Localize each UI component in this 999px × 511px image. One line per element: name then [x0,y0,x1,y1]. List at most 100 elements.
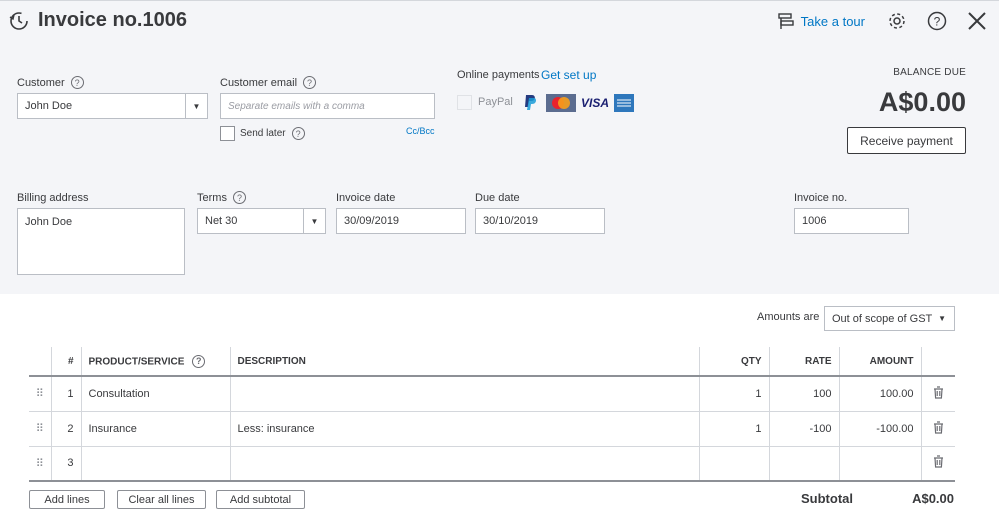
amount-column-header: AMOUNT [838,347,921,377]
product-cell[interactable]: Consultation [80,376,230,412]
email-help-icon[interactable]: ? [303,76,317,89]
description-cell[interactable] [229,446,699,482]
row-number: 1 [50,376,81,412]
online-payments-label: Online payments [457,69,540,81]
description-column-header: DESCRIPTION [229,347,699,377]
get-set-up-link[interactable]: Get set up [541,68,596,82]
product-help-icon[interactable]: ? [192,354,206,368]
add-subtotal-button[interactable]: Add subtotal [216,490,305,509]
amount-cell[interactable]: 100.00 [838,376,921,412]
subtotal-value: A$0.00 [912,491,954,506]
email-placeholder: Separate emails with a comma [228,100,365,112]
amounts-are-value: Out of scope of GST [832,312,933,325]
rate-cell[interactable]: -100 [768,411,839,447]
due-date-label: Due date [475,192,520,204]
num-column-header: # [50,347,81,377]
terms-label: Terms ? [197,191,246,204]
table-header-row: # PRODUCT/SERVICE ? DESCRIPTION QTY RATE… [29,347,955,377]
invoice-header-panel: Invoice no.1006 Take a tour ? Customer ?… [0,0,999,294]
invoice-no-value: 1006 [802,215,827,227]
row-number: 3 [50,446,81,482]
drag-column-header [29,347,51,377]
amount-cell[interactable] [838,446,921,482]
table-row[interactable]: ⠿ 2 Insurance Less: insurance 1 -100 -10… [29,411,955,447]
card-logos: VISA [520,93,634,113]
paypal-checkbox[interactable] [457,95,472,110]
qty-cell[interactable] [698,446,769,482]
billing-address-label: Billing address [17,192,89,204]
svg-text:?: ? [934,15,941,29]
visa-logo: VISA [580,96,609,110]
terms-select[interactable]: Net 30 ▼ [197,208,326,234]
add-lines-button[interactable]: Add lines [29,490,105,509]
customer-help-icon[interactable]: ? [70,76,84,89]
title-row: Invoice no.1006 [8,9,187,32]
take-a-tour-link[interactable]: Take a tour [777,12,865,30]
due-date-field[interactable]: 30/10/2019 [475,208,605,234]
qty-column-header: QTY [698,347,769,377]
invoice-no-field[interactable]: 1006 [794,208,909,234]
balance-due-label: BALANCE DUE [893,67,966,78]
qty-cell[interactable]: 1 [698,411,769,447]
terms-chevron-down-icon[interactable]: ▼ [303,209,325,233]
paypal-icon [520,93,542,113]
line-items-table: # PRODUCT/SERVICE ? DESCRIPTION QTY RATE… [29,347,955,482]
product-cell[interactable]: Insurance [80,411,230,447]
terms-value: Net 30 [205,215,238,227]
customer-value: John Doe [25,100,73,112]
terms-help-icon[interactable]: ? [232,191,246,204]
trash-icon[interactable] [920,446,955,482]
row-number: 2 [50,411,81,447]
product-cell[interactable] [80,446,230,482]
table-row[interactable]: ⠿ 3 [29,446,955,482]
help-icon[interactable]: ? [925,9,949,33]
description-cell[interactable]: Less: insurance [229,411,699,447]
tour-label: Take a tour [800,13,865,29]
amex-icon [614,94,634,112]
chevron-down-icon[interactable]: ▼ [185,94,207,118]
paypal-label: PayPal [478,96,513,108]
actions-column-header [920,347,955,377]
rate-column-header: RATE [768,347,839,377]
rate-cell[interactable]: 100 [768,376,839,412]
balance-due-value: A$0.00 [878,87,966,117]
drag-handle-icon[interactable]: ⠿ [29,376,51,412]
send-later-checkbox[interactable] [220,126,235,141]
tour-icon [777,12,795,30]
rate-cell[interactable] [768,446,839,482]
qty-cell[interactable]: 1 [698,376,769,412]
customer-email-field[interactable]: Separate emails with a comma [220,93,435,119]
clear-all-lines-button[interactable]: Clear all lines [117,490,206,509]
gear-icon[interactable] [885,9,909,33]
customer-email-label: Customer email ? [220,76,317,89]
product-column-header: PRODUCT/SERVICE ? [80,347,230,377]
invoice-date-field[interactable]: 30/09/2019 [336,208,466,234]
header-actions: Take a tour ? [777,9,989,33]
amounts-are-select[interactable]: Out of scope of GST ▼ [824,306,955,331]
billing-address-value: John Doe [25,216,73,228]
invoice-date-value: 30/09/2019 [344,215,400,227]
amounts-chevron-down-icon[interactable]: ▼ [938,314,946,323]
billing-address-field[interactable]: John Doe [17,208,185,275]
receive-payment-button[interactable]: Receive payment [847,127,966,154]
subtotal-label: Subtotal [801,491,853,506]
send-later-help-icon[interactable]: ? [291,127,305,140]
description-cell[interactable] [229,376,699,412]
page-title: Invoice no.1006 [38,9,187,31]
recent-history-icon[interactable] [8,10,30,32]
send-later-label: Send later ? [240,127,305,140]
trash-icon[interactable] [920,376,955,412]
amount-cell[interactable]: -100.00 [838,411,921,447]
trash-icon[interactable] [920,411,955,447]
mastercard-icon [546,94,576,112]
close-icon[interactable] [965,9,989,33]
customer-select[interactable]: John Doe ▼ [17,93,208,119]
table-row[interactable]: ⠿ 1 Consultation 1 100 100.00 [29,376,955,412]
customer-label: Customer ? [17,76,84,89]
invoice-date-label: Invoice date [336,192,396,204]
cc-bcc-link[interactable]: Cc/Bcc [406,126,435,136]
drag-handle-icon[interactable]: ⠿ [29,446,51,482]
due-date-value: 30/10/2019 [483,215,539,227]
drag-handle-icon[interactable]: ⠿ [29,411,51,447]
amounts-are-label: Amounts are [757,311,820,323]
